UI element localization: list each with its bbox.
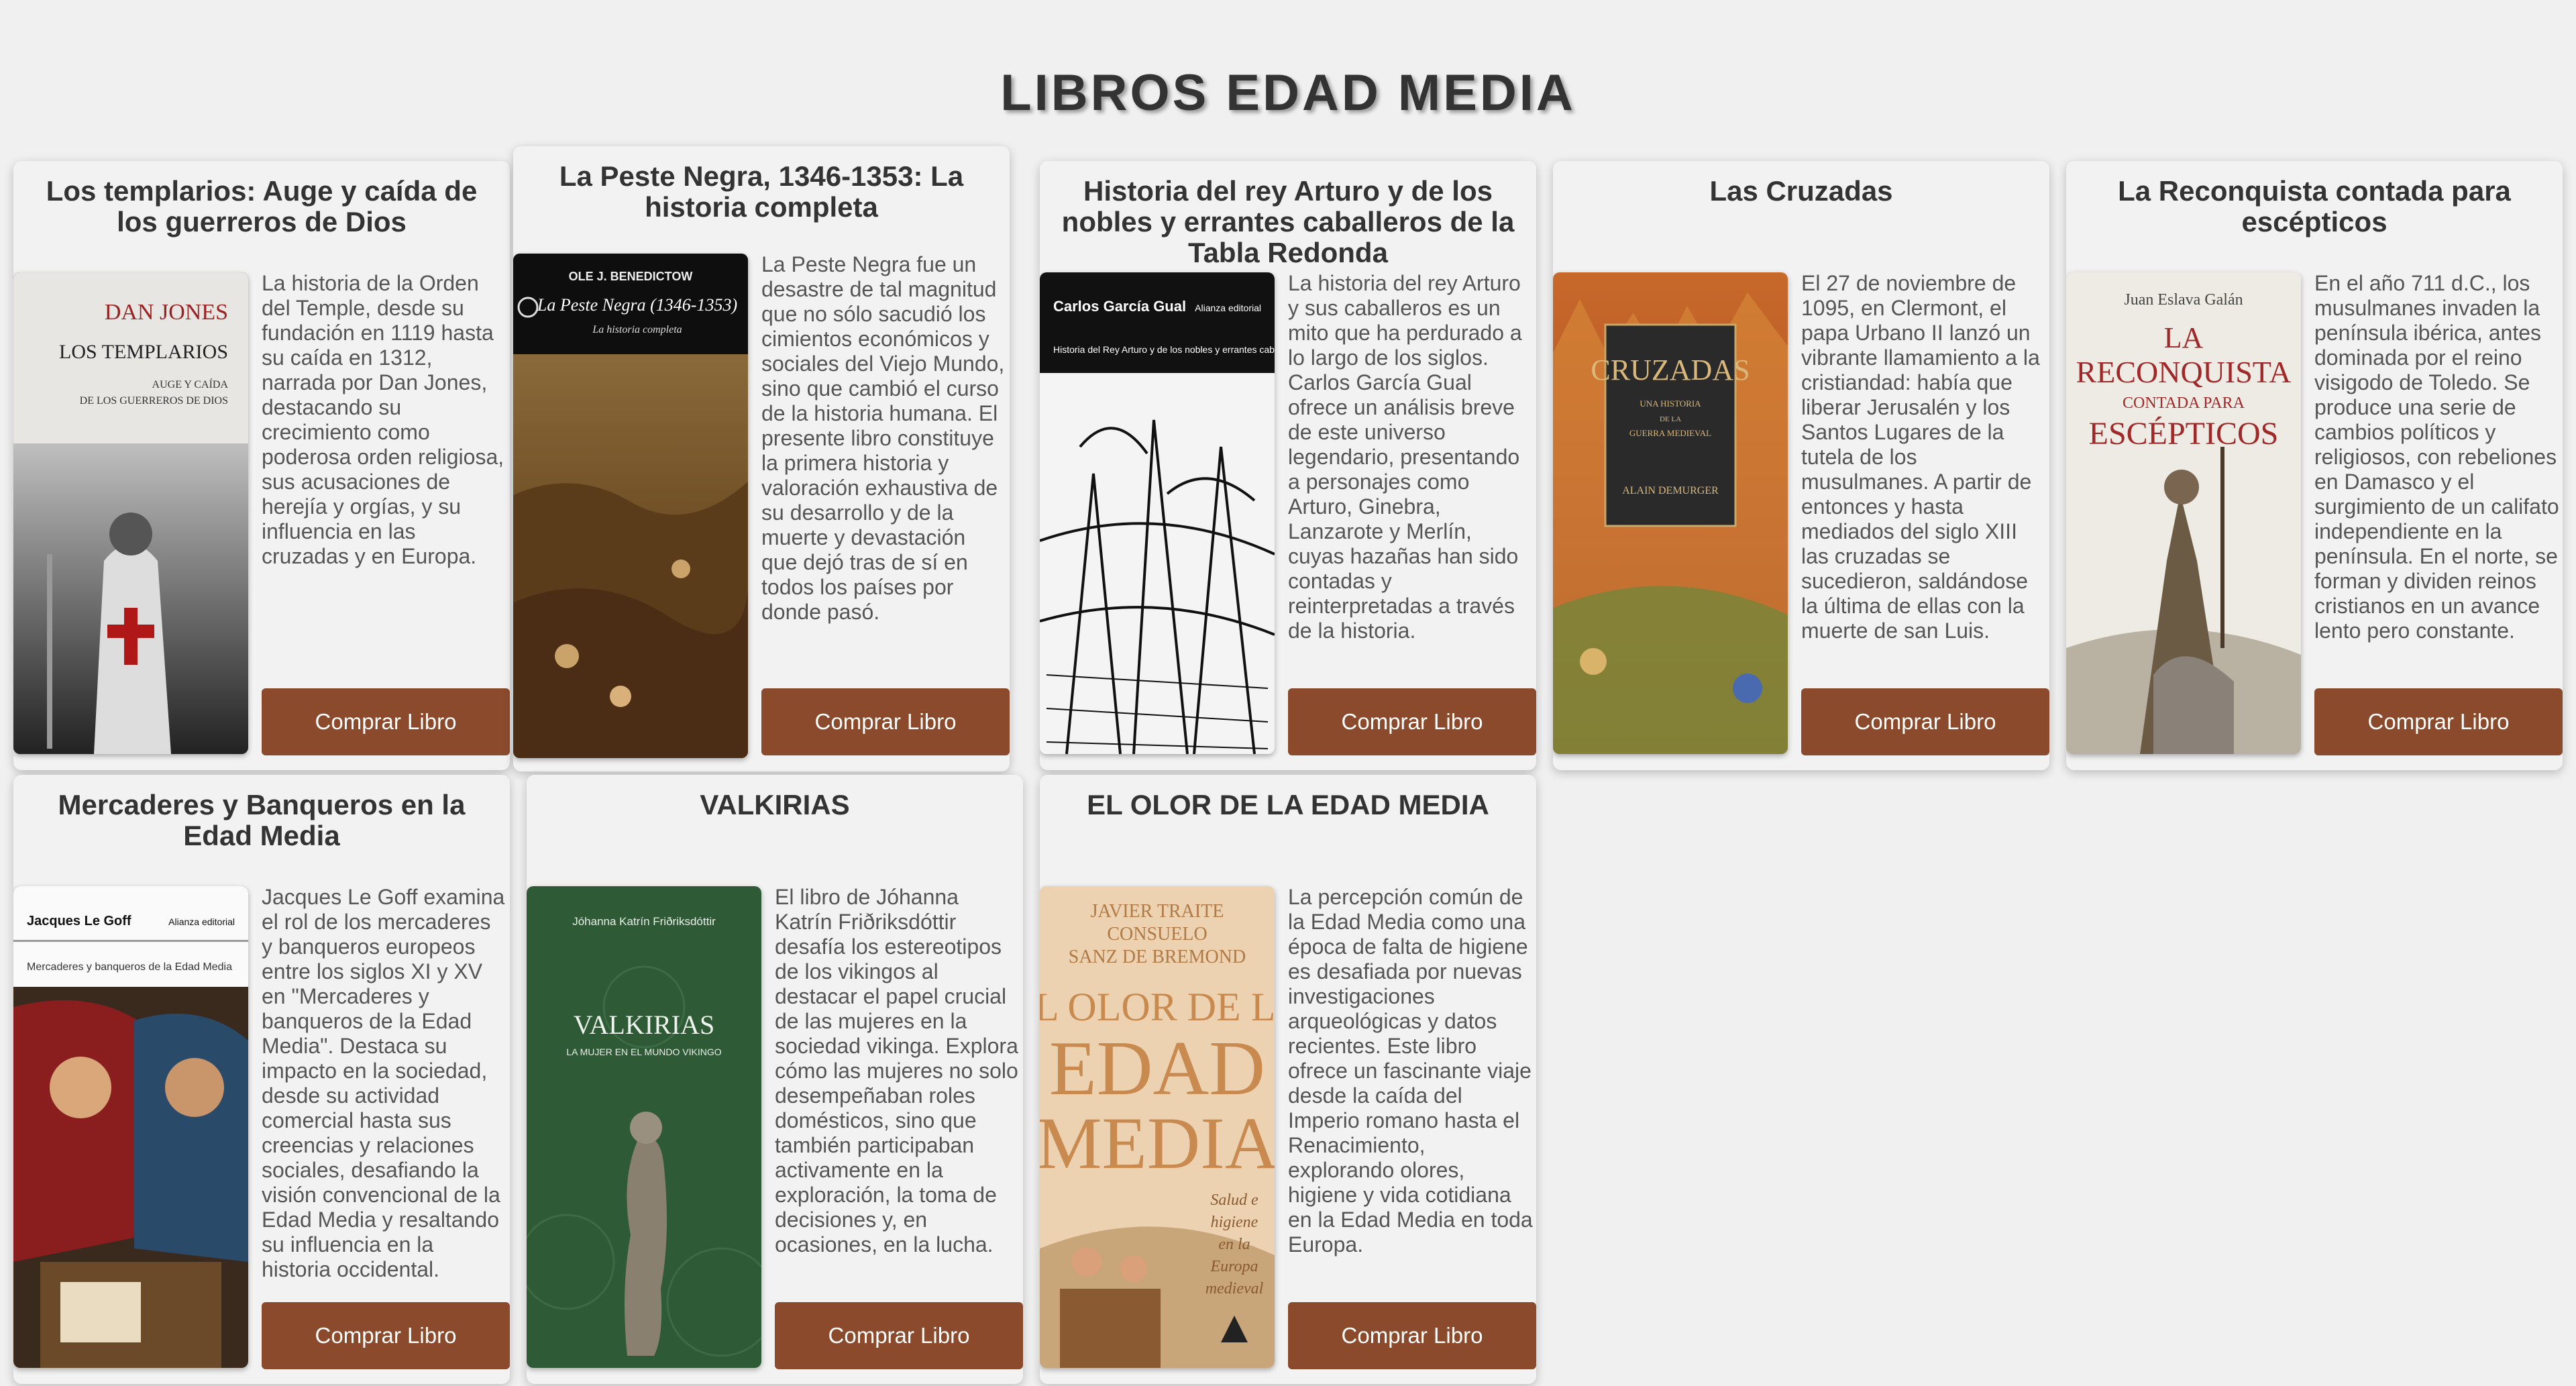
svg-text:ALAIN DEMURGER: ALAIN DEMURGER bbox=[1622, 485, 1719, 496]
svg-text:GUERRA MEDIEVAL: GUERRA MEDIEVAL bbox=[1629, 428, 1711, 438]
svg-text:CONSUELO: CONSUELO bbox=[1107, 924, 1207, 945]
svg-text:CONTADA PARA: CONTADA PARA bbox=[2123, 394, 2245, 412]
svg-text:DE LA: DE LA bbox=[1660, 415, 1681, 423]
book-cover[interactable]: Juan Eslava Galán LA RECONQUISTA CONTADA… bbox=[2066, 272, 2301, 754]
book-description: La Peste Negra fue un desastre de tal ma… bbox=[761, 252, 1005, 624]
buy-button[interactable]: Comprar Libro bbox=[262, 688, 510, 755]
book-title: La Reconquista contada para escépticos bbox=[2118, 175, 2511, 237]
book-title: Historia del rey Arturo y de los nobles … bbox=[1061, 175, 1515, 268]
book-card: Historia del rey Arturo y de los nobles … bbox=[1040, 161, 1536, 770]
svg-text:Salud e: Salud e bbox=[1210, 1191, 1258, 1209]
book-title: VALKIRIAS bbox=[700, 789, 850, 820]
svg-text:LOS TEMPLARIOS: LOS TEMPLARIOS bbox=[59, 341, 228, 363]
book-card: La Peste Negra, 1346-1353: La historia c… bbox=[513, 146, 1010, 771]
book-cover[interactable]: Jóhanna Katrín Friðriksdóttir VALKIRIAS … bbox=[527, 886, 761, 1368]
svg-text:LA: LA bbox=[2164, 321, 2204, 354]
book-card: Las Cruzadas CRUZADAS UNA HISTORIA DE LA… bbox=[1553, 161, 2049, 770]
book-title: EL OLOR DE LA EDAD MEDIA bbox=[1087, 789, 1489, 820]
buy-button[interactable]: Comprar Libro bbox=[1801, 688, 2049, 755]
buy-button[interactable]: Comprar Libro bbox=[775, 1302, 1023, 1369]
book-card: EL OLOR DE LA EDAD MEDIA JAVIER TRAITE C… bbox=[1040, 775, 1536, 1384]
svg-text:MEDIA: MEDIA bbox=[1040, 1102, 1275, 1184]
book-description: El libro de Jóhanna Katrín Friðriksdótti… bbox=[775, 885, 1018, 1257]
buy-button[interactable]: Comprar Libro bbox=[2314, 688, 2563, 755]
svg-text:ESCÉPTICOS: ESCÉPTICOS bbox=[2089, 416, 2279, 451]
svg-text:LA MUJER EN EL MUNDO VIKINGO: LA MUJER EN EL MUNDO VIKINGO bbox=[566, 1047, 721, 1057]
svg-text:higiene: higiene bbox=[1211, 1214, 1258, 1231]
book-title: La Peste Negra, 1346-1353: La historia c… bbox=[559, 160, 964, 223]
book-cover[interactable]: Jacques Le Goff Alianza editorial Mercad… bbox=[13, 886, 248, 1368]
buy-button[interactable]: Comprar Libro bbox=[761, 688, 1010, 755]
svg-text:Europa: Europa bbox=[1210, 1258, 1258, 1275]
svg-text:EDAD: EDAD bbox=[1049, 1026, 1265, 1112]
svg-text:CRUZADAS: CRUZADAS bbox=[1591, 354, 1750, 386]
buy-button[interactable]: Comprar Libro bbox=[262, 1302, 510, 1369]
svg-text:SANZ DE BREMOND: SANZ DE BREMOND bbox=[1069, 947, 1246, 967]
book-card: Mercaderes y Banqueros en la Edad Media … bbox=[13, 775, 510, 1384]
book-cover[interactable]: JAVIER TRAITE CONSUELO SANZ DE BREMOND E… bbox=[1040, 886, 1275, 1368]
svg-text:Historia del Rey Arturo y de l: Historia del Rey Arturo y de los nobles … bbox=[1053, 344, 1275, 355]
book-card: La Reconquista contada para escépticos J… bbox=[2066, 161, 2563, 770]
svg-text:en la: en la bbox=[1218, 1236, 1250, 1253]
svg-text:Jóhanna Katrín Friðriksdóttir: Jóhanna Katrín Friðriksdóttir bbox=[572, 915, 716, 928]
svg-text:DAN JONES: DAN JONES bbox=[105, 300, 228, 325]
book-cover[interactable]: Carlos García Gual Alianza editorial His… bbox=[1040, 272, 1275, 754]
book-description: En el año 711 d.C., los musulmanes invad… bbox=[2314, 271, 2559, 643]
svg-text:Jacques Le Goff: Jacques Le Goff bbox=[27, 914, 131, 928]
book-cover[interactable]: OLE J. BENEDICTOW La Peste Negra (1346-1… bbox=[513, 254, 748, 758]
book-title: Mercaderes y Banqueros en la Edad Media bbox=[58, 789, 466, 851]
book-cover[interactable]: DAN JONES LOS TEMPLARIOS AUGE Y CAÍDA DE… bbox=[13, 272, 248, 754]
svg-text:La historia completa: La historia completa bbox=[592, 324, 682, 335]
book-card: VALKIRIAS Jóhanna Katrín Friðriksdóttir … bbox=[527, 775, 1023, 1384]
svg-text:Alianza editorial: Alianza editorial bbox=[168, 916, 235, 927]
svg-text:Alianza editorial: Alianza editorial bbox=[1195, 303, 1261, 313]
book-description: La percepción común de la Edad Media com… bbox=[1288, 885, 1533, 1257]
buy-button[interactable]: Comprar Libro bbox=[1288, 688, 1536, 755]
book-cover[interactable]: CRUZADAS UNA HISTORIA DE LA GUERRA MEDIE… bbox=[1553, 272, 1788, 754]
svg-text:JAVIER TRAITE: JAVIER TRAITE bbox=[1091, 901, 1224, 922]
book-title: Los templarios: Auge y caída de los guer… bbox=[46, 175, 478, 237]
svg-text:AUGE Y CAÍDA: AUGE Y CAÍDA bbox=[152, 378, 229, 390]
book-description: Jacques Le Goff examina el rol de los me… bbox=[262, 885, 505, 1281]
svg-text:Carlos García Gual: Carlos García Gual bbox=[1053, 298, 1186, 315]
book-card: Los templarios: Auge y caída de los guer… bbox=[13, 161, 510, 770]
svg-text:EL OLOR DE LA: EL OLOR DE LA bbox=[1040, 985, 1275, 1029]
book-description: El 27 de noviembre de 1095, en Clermont,… bbox=[1801, 271, 2040, 643]
book-description: La historia de la Orden del Temple, desd… bbox=[262, 271, 504, 568]
svg-text:Juan Eslava Galán: Juan Eslava Galán bbox=[2124, 291, 2243, 309]
svg-text:DE LOS GUERREROS DE DIOS: DE LOS GUERREROS DE DIOS bbox=[80, 395, 228, 407]
svg-text:VALKIRIAS: VALKIRIAS bbox=[574, 1010, 714, 1040]
book-title: Las Cruzadas bbox=[1709, 175, 1893, 207]
svg-text:RECONQUISTA: RECONQUISTA bbox=[2076, 355, 2292, 389]
svg-text:Mercaderes y banqueros de la E: Mercaderes y banqueros de la Edad Media bbox=[27, 961, 232, 973]
svg-text:UNA HISTORIA: UNA HISTORIA bbox=[1640, 398, 1701, 409]
svg-text:medieval: medieval bbox=[1205, 1280, 1264, 1297]
page-title: LIBROS EDAD MEDIA bbox=[1000, 64, 1576, 121]
book-description: La historia del rey Arturo y sus caballe… bbox=[1288, 271, 1522, 643]
buy-button[interactable]: Comprar Libro bbox=[1288, 1302, 1536, 1369]
svg-text:La Peste Negra (1346-1353): La Peste Negra (1346-1353) bbox=[537, 295, 737, 315]
svg-text:OLE J. BENEDICTOW: OLE J. BENEDICTOW bbox=[569, 270, 693, 283]
